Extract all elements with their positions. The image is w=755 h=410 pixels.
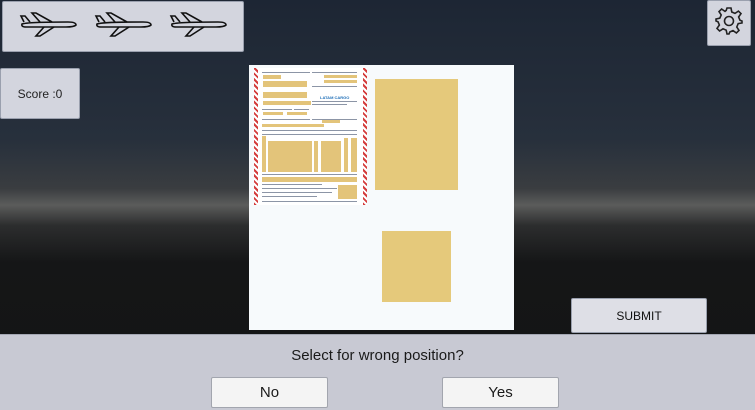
form-field (263, 112, 283, 115)
form-line (262, 184, 322, 185)
form-border-left (254, 68, 258, 205)
form-line (262, 188, 337, 189)
form-field (262, 177, 357, 182)
score-panel: Score :0 (0, 68, 80, 119)
form-field (287, 112, 307, 115)
confirm-question: Select for wrong position? (291, 347, 464, 364)
gear-icon (714, 6, 744, 41)
form-line (262, 72, 310, 73)
form-field (263, 92, 307, 98)
form-field (351, 138, 357, 172)
form-field (338, 185, 357, 199)
form-line (312, 119, 357, 120)
form-field (324, 75, 357, 78)
drop-slot-1[interactable] (375, 79, 458, 190)
form-line (262, 109, 292, 110)
airway-bill-form: LATAM CARGO (254, 68, 367, 205)
form-line (312, 86, 357, 87)
form-line (262, 196, 317, 197)
form-line (312, 72, 357, 73)
form-line (262, 201, 357, 202)
form-logo: LATAM CARGO (320, 95, 350, 100)
form-field (263, 101, 311, 105)
confirm-panel: Select for wrong position? No Yes (0, 334, 755, 410)
form-line (312, 104, 347, 105)
form-field (322, 120, 340, 123)
form-line (262, 174, 357, 175)
form-field (263, 75, 281, 79)
form-border-right (363, 68, 367, 205)
submit-button[interactable]: SUBMIT (571, 298, 707, 333)
form-field (314, 141, 318, 172)
lives-panel (2, 1, 244, 52)
yes-button[interactable]: Yes (442, 377, 559, 408)
form-field (344, 138, 348, 172)
form-line (262, 134, 357, 135)
form-field (321, 141, 341, 172)
form-field (262, 136, 266, 172)
form-line (262, 130, 357, 131)
form-line (262, 192, 332, 193)
document-board: LATAM CARGO (249, 65, 514, 330)
airplane-icon (168, 10, 228, 43)
score-label: Score :0 (17, 86, 63, 101)
form-field (262, 124, 324, 127)
drop-slot-2[interactable] (382, 231, 451, 302)
form-field (268, 141, 312, 172)
form-line (262, 119, 310, 120)
airplane-icon (18, 10, 78, 43)
settings-button[interactable] (707, 0, 751, 46)
airplane-icon (93, 10, 153, 43)
form-field (324, 80, 357, 83)
form-line (294, 109, 309, 110)
form-line (312, 101, 357, 102)
form-field (263, 81, 307, 87)
no-button[interactable]: No (211, 377, 328, 408)
